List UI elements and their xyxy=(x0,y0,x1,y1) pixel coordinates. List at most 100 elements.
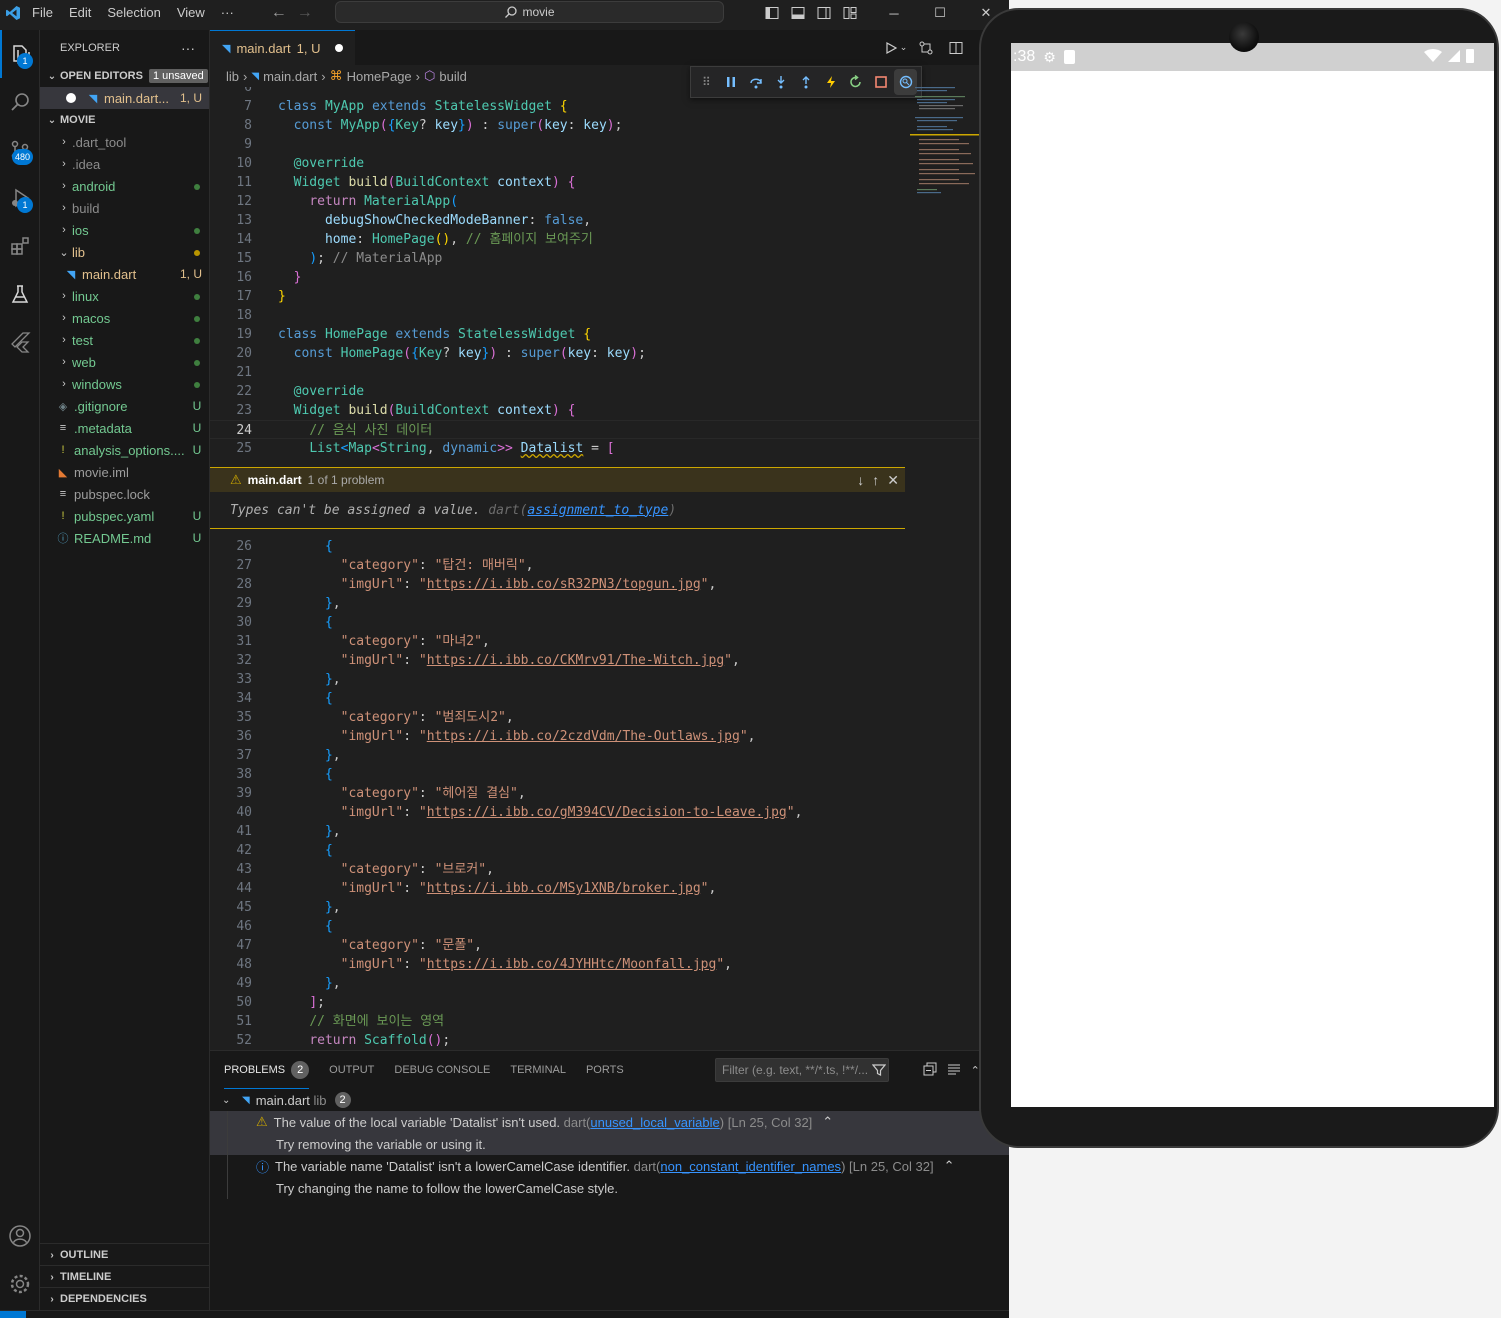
tree-item[interactable]: ⌄ lib xyxy=(40,241,209,263)
problem-code-link[interactable]: unused_local_variable xyxy=(590,1115,719,1130)
image-url-link[interactable]: https://i.ibb.co/2czdVdm/The-Outlaws.jpg xyxy=(427,729,740,744)
image-url-link[interactable]: https://i.ibb.co/4JYHHtc/Moonfall.jpg xyxy=(427,957,717,972)
breadcrumb-file[interactable]: main.dart xyxy=(263,69,317,84)
tree-item[interactable]: › .idea xyxy=(40,153,209,175)
open-editors-header[interactable]: ⌄ OPEN EDITORS 1 unsaved xyxy=(40,65,209,87)
minimize-button[interactable]: ─ xyxy=(871,0,917,26)
tab-ports[interactable]: PORTS xyxy=(586,1051,624,1089)
image-url-link[interactable]: https://i.ibb.co/MSy1XNB/broker.jpg xyxy=(427,881,701,896)
tree-item[interactable]: › ios xyxy=(40,219,209,241)
menu-edit[interactable]: Edit xyxy=(61,0,99,26)
string-key: "category" xyxy=(340,634,419,649)
tree-item[interactable]: ◥ main.dart 1, U xyxy=(40,263,209,285)
back-arrow-icon[interactable]: ← xyxy=(266,4,292,22)
problems-filter-input[interactable]: Filter (e.g. text, **/*.ts, !**/... xyxy=(715,1058,889,1082)
timeline-section[interactable]: › TIMELINE xyxy=(40,1265,210,1288)
dependencies-section[interactable]: › DEPENDENCIES xyxy=(40,1287,210,1310)
problem-row[interactable]: ⚠ The value of the local variable 'Datal… xyxy=(210,1111,1009,1133)
previous-problem-arrow-icon[interactable]: ↑ xyxy=(872,472,879,488)
tree-item[interactable]: ◣ movie.iml xyxy=(40,461,209,483)
open-editor-main-dart[interactable]: ◥ main.dart... 1, U xyxy=(40,87,209,109)
tab-output[interactable]: OUTPUT xyxy=(329,1051,374,1089)
explorer-more-icon[interactable]: ··· xyxy=(181,40,195,56)
tree-item[interactable]: › android xyxy=(40,175,209,197)
problem-row[interactable]: ⓘ The variable name 'Datalist' isn't a l… xyxy=(210,1155,1009,1177)
problem-hint-row[interactable]: Try removing the variable or using it. xyxy=(210,1133,1009,1155)
command-center-search[interactable]: movie xyxy=(335,1,724,23)
tab-main-dart[interactable]: ◥ main.dart 1, U xyxy=(210,30,355,65)
next-problem-arrow-icon[interactable]: ↓ xyxy=(857,472,864,488)
breadcrumb-lib[interactable]: lib xyxy=(226,69,239,84)
accounts-icon[interactable] xyxy=(0,1212,40,1260)
tree-item[interactable]: › linux xyxy=(40,285,209,307)
breadcrumb-method[interactable]: build xyxy=(439,69,466,84)
peek-code-link[interactable]: assignment_to_type xyxy=(527,503,668,518)
tab-debug-console[interactable]: DEBUG CONSOLE xyxy=(394,1051,490,1089)
source-control-icon[interactable]: 480 xyxy=(0,126,40,174)
testing-flask-icon[interactable] xyxy=(0,270,40,318)
problem-hint-row[interactable]: Try changing the name to follow the lowe… xyxy=(210,1177,1009,1199)
tree-item[interactable]: ≡ pubspec.lock xyxy=(40,483,209,505)
collapse-all-icon[interactable] xyxy=(923,1062,937,1079)
image-url-link[interactable]: https://i.ibb.co/gM394CV/Decision-to-Lea… xyxy=(427,805,787,820)
run-icon[interactable]: ⌄ xyxy=(883,35,909,61)
image-url-link[interactable]: https://i.ibb.co/CKMrv91/The-Witch.jpg xyxy=(427,653,724,668)
phone-screen[interactable]: :38 ⚙ xyxy=(1011,43,1494,1107)
filter-funnel-icon[interactable] xyxy=(872,1063,886,1077)
toggle-primary-sidebar-icon[interactable] xyxy=(759,0,785,26)
code-line: 37 }, xyxy=(210,746,1009,765)
tab-terminal[interactable]: TERMINAL xyxy=(510,1051,566,1089)
tree-item[interactable]: › web xyxy=(40,351,209,373)
menu-view[interactable]: View xyxy=(169,0,213,26)
extensions-icon[interactable] xyxy=(0,222,40,270)
customize-layout-icon[interactable] xyxy=(837,0,863,26)
tree-item[interactable]: › .dart_tool xyxy=(40,131,209,153)
tree-item[interactable]: › build xyxy=(40,197,209,219)
filter-placeholder: Filter (e.g. text, **/*.ts, !**/... xyxy=(722,1063,869,1077)
explorer-icon[interactable]: 1 xyxy=(0,30,40,78)
menu-more[interactable]: ··· xyxy=(213,0,242,26)
toggle-panel-icon[interactable] xyxy=(785,0,811,26)
tree-item[interactable]: › macos xyxy=(40,307,209,329)
problem-group-row[interactable]: ⌄ ◥ main.dart lib 2 xyxy=(210,1089,1009,1111)
problem-code-link[interactable]: non_constant_identifier_names xyxy=(660,1159,841,1174)
manage-gear-icon[interactable] xyxy=(0,1260,40,1308)
toggle-secondary-sidebar-icon[interactable] xyxy=(811,0,837,26)
menu-file[interactable]: File xyxy=(24,0,61,26)
tab-problems[interactable]: PROBLEMS 2 xyxy=(224,1051,310,1089)
menu-selection[interactable]: Selection xyxy=(99,0,168,26)
compare-changes-icon[interactable] xyxy=(913,35,939,61)
run-debug-icon[interactable]: 1 xyxy=(0,174,40,222)
split-editor-icon[interactable] xyxy=(943,35,969,61)
tree-item[interactable]: ≡ .metadata U xyxy=(40,417,209,439)
outline-section[interactable]: › OUTLINE xyxy=(40,1243,210,1266)
project-header[interactable]: ⌄ MOVIE xyxy=(40,109,209,131)
chevron-up-icon[interactable]: ⌃ xyxy=(944,1158,955,1174)
maximize-button[interactable]: ☐ xyxy=(917,0,963,26)
chevron-up-icon[interactable]: ⌃ xyxy=(822,1114,833,1130)
tree-item[interactable]: ⓘ README.md U xyxy=(40,527,209,549)
remote-indicator[interactable] xyxy=(0,1311,26,1318)
source-control-badge: 480 xyxy=(11,149,33,165)
close-icon[interactable]: ✕ xyxy=(887,472,899,489)
view-as-list-icon[interactable] xyxy=(947,1062,961,1079)
search-view-icon[interactable] xyxy=(0,78,40,126)
tree-item-label: analysis_options.... xyxy=(74,442,185,458)
line-number: 44 xyxy=(236,881,252,896)
image-url-link[interactable]: https://i.ibb.co/sR32PN3/topgun.jpg xyxy=(427,577,701,592)
home-gesture-bar[interactable] xyxy=(1178,1083,1310,1088)
tree-item-decoration xyxy=(185,245,209,259)
tree-item[interactable]: ! analysis_options.... U xyxy=(40,439,209,461)
tree-item[interactable]: › test xyxy=(40,329,209,351)
code-editor-lower[interactable]: 26 {27 "category": "탑건: 매버릭", 28 "imgUrl"… xyxy=(210,537,1009,1050)
flutter-icon[interactable] xyxy=(0,318,40,366)
forward-arrow-icon[interactable]: → xyxy=(292,4,318,22)
line-number: 16 xyxy=(236,270,252,285)
breadcrumb-class[interactable]: HomePage xyxy=(347,69,412,84)
tree-item[interactable]: ! pubspec.yaml U xyxy=(40,505,209,527)
tree-item[interactable]: ◈ .gitignore U xyxy=(40,395,209,417)
code-editor-upper[interactable]: 6 7 class MyApp extends StatelessWidget {… xyxy=(210,87,1009,467)
unsaved-dot-icon[interactable] xyxy=(334,44,343,52)
tree-item[interactable]: › windows xyxy=(40,373,209,395)
problems-count-badge: 2 xyxy=(291,1060,310,1079)
